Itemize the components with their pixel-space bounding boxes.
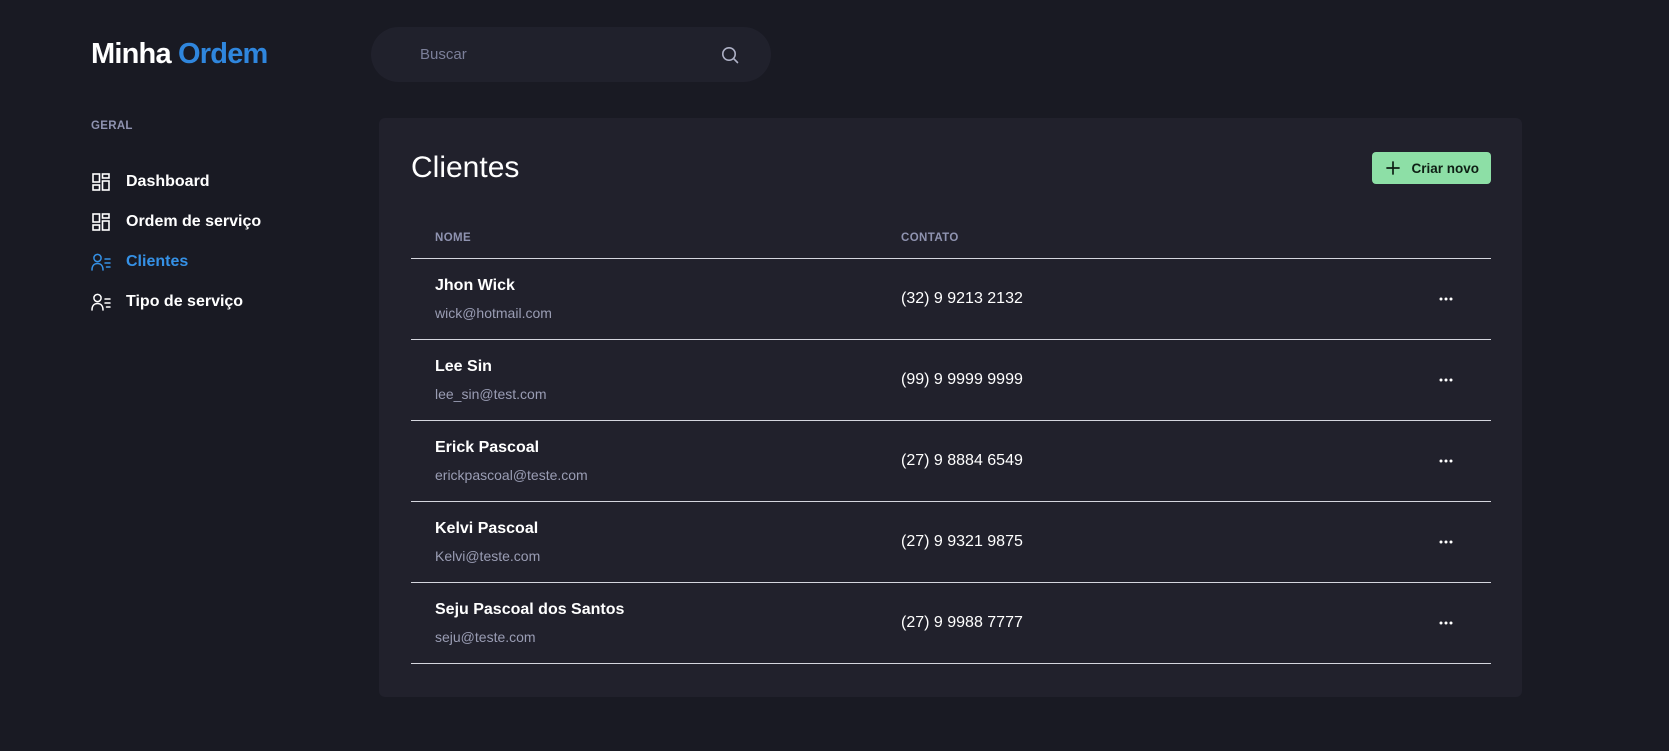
client-name: Seju Pascoal dos Santos [435, 601, 625, 618]
create-new-button[interactable]: Criar novo [1372, 152, 1491, 184]
clients-table: NOME CONTATO Jhon Wick wick@hotmail.com … [411, 218, 1491, 664]
column-header-contact: CONTATO [901, 232, 959, 244]
sidebar-item-clientes[interactable]: Clientes [91, 242, 341, 282]
client-phone: (27) 9 9988 7777 [901, 614, 1023, 631]
sidebar-nav: Dashboard Ordem de serviço Clientes Tipo… [91, 162, 341, 322]
client-name: Erick Pascoal [435, 439, 540, 456]
more-options-icon[interactable] [1431, 611, 1461, 635]
client-email: lee_sin@test.com [435, 386, 547, 402]
table-header: NOME CONTATO [411, 218, 1491, 259]
page-title: Clientes [411, 151, 520, 184]
search-input[interactable] [418, 45, 719, 64]
search-bar [371, 27, 771, 82]
logo-part-1: Minha [91, 38, 172, 70]
more-options-icon[interactable] [1431, 530, 1461, 554]
sidebar-item-tipo-de-servico[interactable]: Tipo de serviço [91, 282, 341, 322]
users-list-icon [91, 292, 111, 312]
plus-icon [1386, 161, 1401, 175]
create-new-label: Criar novo [1411, 160, 1479, 176]
users-list-icon [91, 252, 111, 272]
sidebar-section-label: GERAL [91, 120, 133, 132]
sidebar-item-ordem-de-servico[interactable]: Ordem de serviço [91, 202, 341, 242]
client-email: seju@teste.com [435, 629, 536, 645]
client-phone: (27) 9 9321 9875 [901, 533, 1023, 550]
app-root: Minha Ordem GERAL Dashboard Ordem de ser… [0, 0, 1669, 751]
logo-part-2: Ordem [178, 38, 268, 70]
dashboard-icon [91, 212, 111, 232]
client-email: Kelvi@teste.com [435, 548, 541, 564]
sidebar-item-dashboard[interactable]: Dashboard [91, 162, 341, 202]
clients-card: Clientes Criar novo NOME CONTATO Jhon Wi… [379, 118, 1522, 697]
sidebar-item-label: Dashboard [126, 173, 210, 190]
table-row[interactable]: Seju Pascoal dos Santos seju@teste.com (… [411, 583, 1491, 664]
dashboard-icon [91, 172, 111, 192]
table-row[interactable]: Erick Pascoal erickpascoal@teste.com (27… [411, 421, 1491, 502]
sidebar-item-label: Ordem de serviço [126, 213, 262, 230]
table-row[interactable]: Jhon Wick wick@hotmail.com (32) 9 9213 2… [411, 259, 1491, 340]
more-options-icon[interactable] [1431, 368, 1461, 392]
client-phone: (32) 9 9213 2132 [901, 290, 1023, 307]
client-name: Kelvi Pascoal [435, 520, 539, 537]
more-options-icon[interactable] [1431, 449, 1461, 473]
table-row[interactable]: Kelvi Pascoal Kelvi@teste.com (27) 9 932… [411, 502, 1491, 583]
client-name: Jhon Wick [435, 277, 515, 294]
client-name: Lee Sin [435, 358, 492, 375]
sidebar-item-label: Tipo de serviço [126, 293, 244, 310]
column-header-name: NOME [435, 232, 472, 244]
client-phone: (27) 9 8884 6549 [901, 452, 1023, 469]
search-icon[interactable] [719, 44, 741, 66]
client-email: erickpascoal@teste.com [435, 467, 588, 483]
table-row[interactable]: Lee Sin lee_sin@test.com (99) 9 9999 999… [411, 340, 1491, 421]
more-options-icon[interactable] [1431, 287, 1461, 311]
client-phone: (99) 9 9999 9999 [901, 371, 1023, 388]
client-email: wick@hotmail.com [435, 305, 552, 321]
sidebar-item-label: Clientes [126, 253, 189, 270]
app-logo[interactable]: Minha Ordem [91, 36, 268, 72]
